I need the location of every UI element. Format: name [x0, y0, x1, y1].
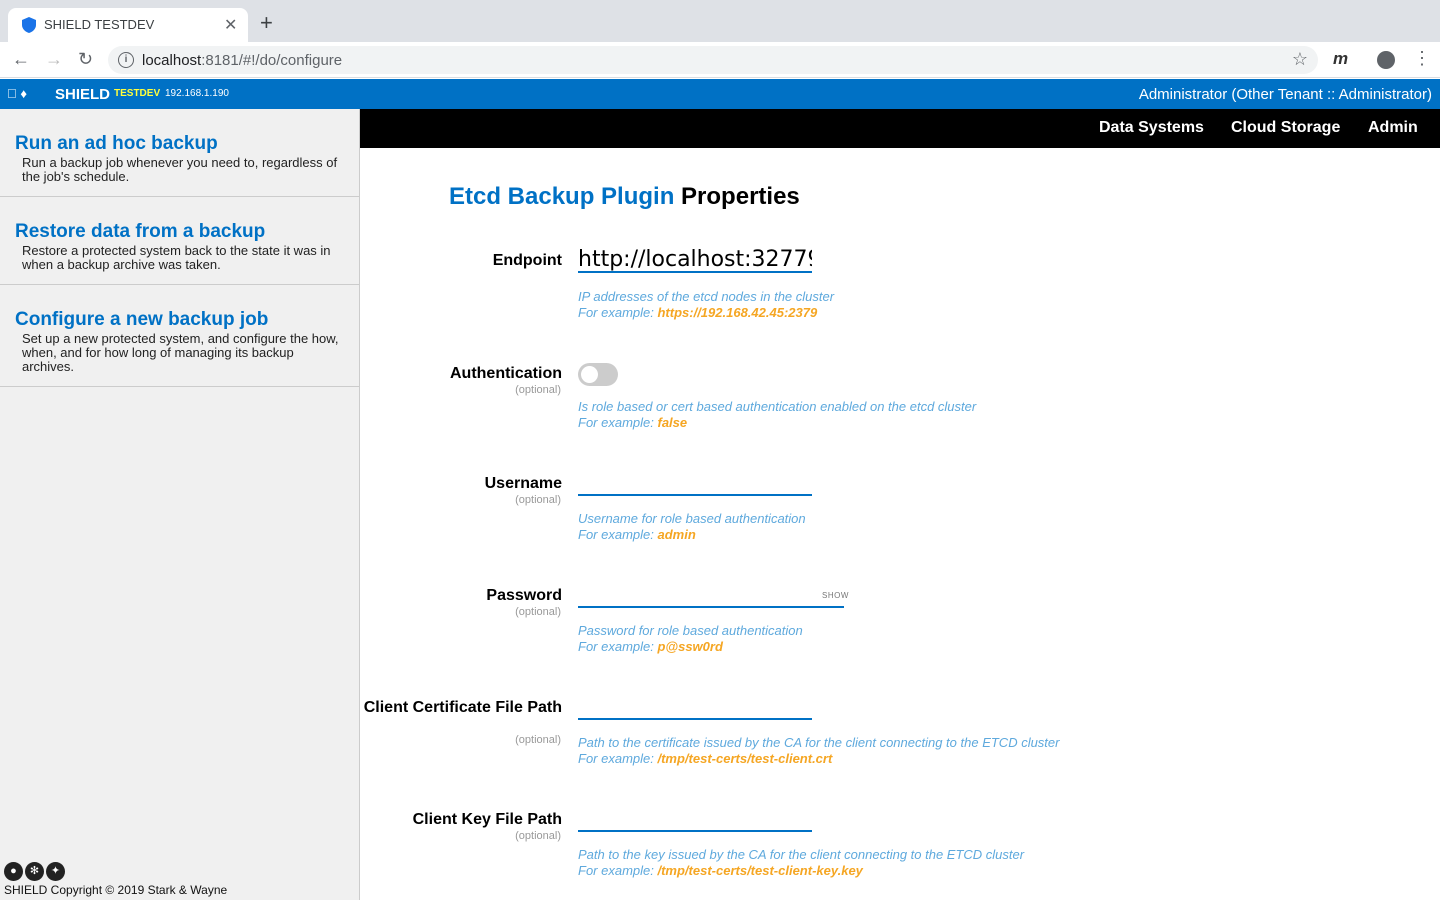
password-input[interactable]	[578, 582, 844, 608]
nav-data-systems[interactable]: Data Systems	[1099, 119, 1204, 137]
browser-tab-bar: SHIELD TESTDEV ✕ +	[0, 0, 1440, 42]
field-help: Password for role based authentication	[578, 623, 803, 638]
env-badge: TESTDEV	[114, 88, 161, 99]
back-arrow-icon[interactable]: ←	[12, 49, 30, 69]
field-help: Path to the certificate issued by the CA…	[578, 735, 1060, 750]
example-value: /tmp/test-certs/test-client-key.key	[657, 863, 863, 878]
page-title-rest: Properties	[681, 183, 800, 210]
field-example: For example: https://192.168.42.45:2379	[578, 305, 817, 321]
brand-name[interactable]: SHIELD	[55, 86, 110, 103]
sidebar-item-title[interactable]: Run an ad hoc backup	[15, 134, 344, 154]
sidebar-item-desc: Set up a new protected system, and confi…	[22, 331, 339, 374]
example-prefix: For example:	[578, 305, 658, 320]
field-example: For example: p@ssw0rd	[578, 639, 723, 655]
reload-icon[interactable]: ↻	[78, 49, 93, 69]
extension-m-icon[interactable]: m	[1333, 49, 1348, 69]
server-ip: 192.168.1.190	[165, 88, 229, 99]
optional-label: (optional)	[515, 494, 561, 506]
browser-toolbar: ← → ↻ i localhost:8181/#!/do/configure ☆…	[0, 42, 1440, 78]
example-prefix: For example:	[578, 527, 658, 542]
url-host: localhost	[142, 52, 202, 69]
browser-tab[interactable]: SHIELD TESTDEV ✕	[8, 8, 248, 42]
field-example: For example: false	[578, 415, 687, 431]
optional-label: (optional)	[515, 734, 561, 746]
example-prefix: For example:	[578, 863, 658, 878]
app-header:  ♦ SHIELD TESTDEV 192.168.1.190 Adminis…	[0, 79, 1440, 109]
field-label: Authentication	[450, 365, 562, 382]
field-label: Client Certificate File Path	[363, 699, 562, 716]
field-help: Path to the key issued by the CA for the…	[578, 847, 1025, 862]
info-icon[interactable]: i	[118, 52, 134, 68]
field-example: For example: /tmp/test-certs/test-client…	[578, 863, 863, 879]
user-menu[interactable]: Administrator (Other Tenant :: Administr…	[1139, 86, 1432, 103]
field-example: For example: /tmp/test-certs/test-client…	[578, 751, 832, 767]
field-label: Endpoint	[492, 252, 562, 269]
url-text[interactable]: localhost:8181/#!/do/configure	[142, 52, 342, 69]
url-path: :8181/#!/do/configure	[201, 52, 343, 69]
client-key-input[interactable]	[578, 806, 812, 832]
example-prefix: For example:	[578, 751, 658, 766]
main-content: Etcd Backup Plugin Properties Endpoint I…	[362, 148, 1440, 900]
sidebar-item-desc: Run a backup job whenever you need to, r…	[22, 155, 338, 184]
linux-icon: ♦	[20, 86, 27, 101]
example-value: p@ssw0rd	[657, 639, 723, 654]
optional-label: (optional)	[515, 830, 561, 842]
github-icon[interactable]: ●	[4, 862, 23, 881]
address-bar[interactable]: i localhost:8181/#!/do/configure ☆	[108, 46, 1318, 74]
example-value: admin	[657, 527, 696, 542]
sidebar: Run an ad hoc backup Run a backup job wh…	[0, 109, 360, 900]
new-tab-icon[interactable]: +	[260, 12, 273, 34]
apple-icon: 	[7, 86, 17, 101]
optional-label: (optional)	[515, 384, 561, 396]
shield-icon	[22, 17, 36, 33]
sidebar-item-configure-job[interactable]: Configure a new backup job Set up a new …	[0, 285, 359, 387]
field-example: For example: admin	[578, 527, 696, 543]
sidebar-item-title[interactable]: Configure a new backup job	[15, 310, 344, 330]
field-help: Is role based or cert based authenticati…	[578, 399, 977, 414]
os-icons:  ♦	[7, 86, 27, 101]
example-value: https://192.168.42.45:2379	[657, 305, 818, 320]
example-prefix: For example:	[578, 639, 658, 654]
nav-admin[interactable]: Admin	[1368, 119, 1418, 137]
example-prefix: For example:	[578, 415, 658, 430]
field-help: IP addresses of the etcd nodes in the cl…	[578, 289, 835, 304]
close-tab-icon[interactable]: ✕	[224, 15, 237, 35]
twitter-icon[interactable]: ✦	[46, 862, 65, 881]
authentication-toggle[interactable]	[578, 363, 618, 386]
example-value: false	[657, 415, 688, 430]
example-value: /tmp/test-certs/test-client.crt	[657, 751, 833, 766]
sidebar-item-adhoc-backup[interactable]: Run an ad hoc backup Run a backup job wh…	[0, 109, 359, 197]
page-title: Etcd Backup Plugin Properties	[449, 183, 800, 211]
profile-avatar-icon[interactable]	[1377, 51, 1395, 69]
optional-label: (optional)	[515, 606, 561, 618]
field-help: Username for role based authentication	[578, 511, 806, 526]
sidebar-item-restore[interactable]: Restore data from a backup Restore a pro…	[0, 197, 359, 285]
forward-arrow-icon[interactable]: →	[45, 49, 63, 69]
nav-cloud-storage[interactable]: Cloud Storage	[1231, 119, 1340, 137]
footer-icons: ● ✻ ✦	[4, 861, 67, 881]
show-password-button[interactable]: SHOW	[822, 591, 849, 600]
concourse-icon[interactable]: ✻	[25, 862, 44, 881]
sidebar-item-desc: Restore a protected system back to the s…	[22, 243, 331, 272]
menu-kebab-icon[interactable]: ⋮	[1413, 48, 1431, 69]
username-input[interactable]	[578, 470, 812, 496]
field-label: Password	[486, 587, 562, 604]
bookmark-star-icon[interactable]: ☆	[1292, 49, 1308, 70]
sidebar-item-title[interactable]: Restore data from a backup	[15, 222, 344, 242]
field-label: Username	[484, 475, 562, 492]
client-cert-input[interactable]	[578, 694, 812, 720]
top-nav: Data Systems Cloud Storage Admin	[360, 109, 1440, 148]
toggle-knob	[581, 366, 598, 383]
tab-title: SHIELD TESTDEV	[44, 17, 155, 32]
page-title-plugin: Etcd Backup Plugin	[449, 183, 675, 210]
endpoint-input[interactable]	[578, 247, 812, 273]
field-label: Client Key File Path	[412, 811, 562, 828]
copyright: SHIELD Copyright © 2019 Stark & Wayne	[4, 883, 228, 897]
